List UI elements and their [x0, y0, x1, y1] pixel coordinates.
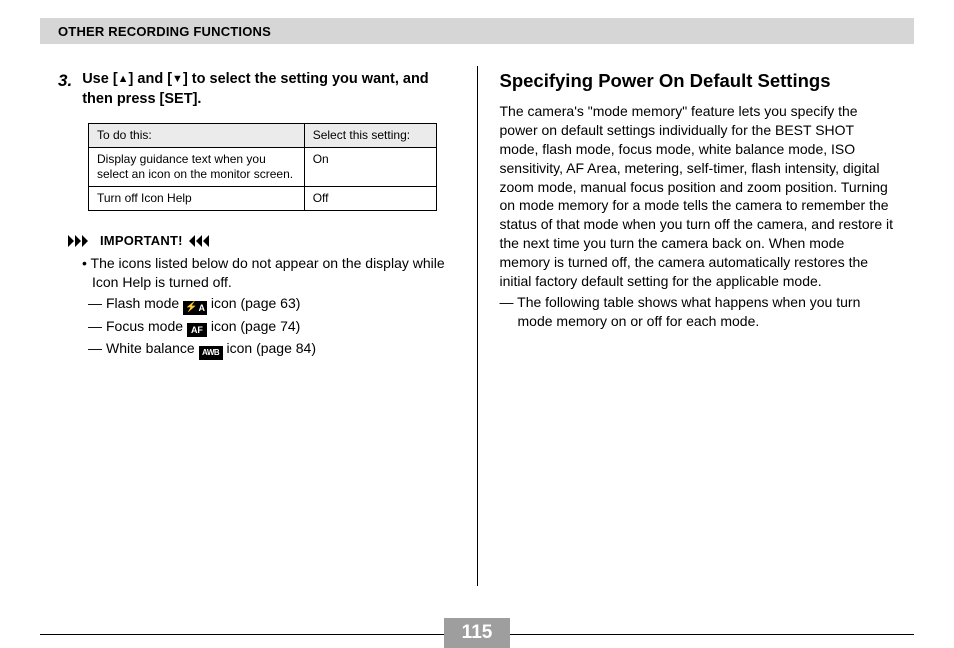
sub-text-1a: Flash mode	[106, 295, 183, 311]
sub-item-flash: —Flash mode ⚡A icon (page 63)	[106, 294, 455, 315]
backward-arrows-icon	[189, 235, 215, 247]
bullet-intro: • The icons listed below do not appear o…	[92, 254, 455, 292]
cell-setting-1: On	[304, 148, 436, 187]
step-instruction: Use [▲] and [▼] to select the setting yo…	[82, 70, 454, 109]
th-action: To do this:	[89, 124, 305, 148]
awb-icon: AWB	[199, 346, 223, 360]
table-header-row: To do this: Select this setting:	[89, 124, 437, 148]
manual-page: OTHER RECORDING FUNCTIONS 3. Use [▲] and…	[0, 0, 954, 646]
step-number: 3.	[58, 70, 72, 109]
th-setting: Select this setting:	[304, 124, 436, 148]
important-callout: IMPORTANT!	[68, 233, 455, 248]
af-icon: AF	[187, 323, 207, 337]
table-row: Turn off Icon Help Off	[89, 187, 437, 211]
cell-setting-2: Off	[304, 187, 436, 211]
table-row: Display guidance text when you select an…	[89, 148, 437, 187]
up-triangle-icon: ▲	[118, 72, 129, 87]
page-number: 115	[462, 622, 493, 644]
left-column: 3. Use [▲] and [▼] to select the setting…	[40, 70, 477, 586]
two-column-layout: 3. Use [▲] and [▼] to select the setting…	[40, 70, 914, 586]
sub-text-3b: icon (page 84)	[223, 340, 316, 356]
step-3: 3. Use [▲] and [▼] to select the setting…	[58, 70, 455, 109]
step-text-part-b: ] and [	[129, 71, 173, 87]
section-header-bar: OTHER RECORDING FUNCTIONS	[40, 18, 914, 44]
section-header-title: OTHER RECORDING FUNCTIONS	[58, 24, 271, 39]
body-paragraph: The camera's "mode memory" feature lets …	[500, 103, 894, 289]
body-text: The camera's "mode memory" feature lets …	[500, 102, 897, 331]
settings-table: To do this: Select this setting: Display…	[88, 123, 437, 211]
sub-text-2b: icon (page 74)	[207, 318, 300, 334]
right-column: Specifying Power On Default Settings The…	[478, 70, 915, 586]
cell-action-2: Turn off Icon Help	[89, 187, 305, 211]
body-sub-line: — The following table shows what happens…	[518, 293, 897, 331]
sub-text-2a: Focus mode	[106, 318, 187, 334]
forward-arrows-icon	[68, 235, 94, 247]
important-label: IMPORTANT!	[100, 233, 183, 248]
sub-text-3a: White balance	[106, 340, 199, 356]
down-triangle-icon: ▼	[172, 72, 183, 87]
page-number-badge: 115	[444, 618, 510, 648]
important-bullet: • The icons listed below do not appear o…	[92, 254, 455, 360]
cell-action-1: Display guidance text when you select an…	[89, 148, 305, 187]
step-text-part-a: Use [	[82, 71, 117, 87]
sub-text-1b: icon (page 63)	[207, 295, 300, 311]
sub-item-wb: —White balance AWB icon (page 84)	[106, 339, 455, 360]
section-heading: Specifying Power On Default Settings	[500, 70, 897, 92]
sub-item-focus: —Focus mode AF icon (page 74)	[106, 317, 455, 337]
flash-auto-icon: ⚡A	[183, 301, 207, 315]
